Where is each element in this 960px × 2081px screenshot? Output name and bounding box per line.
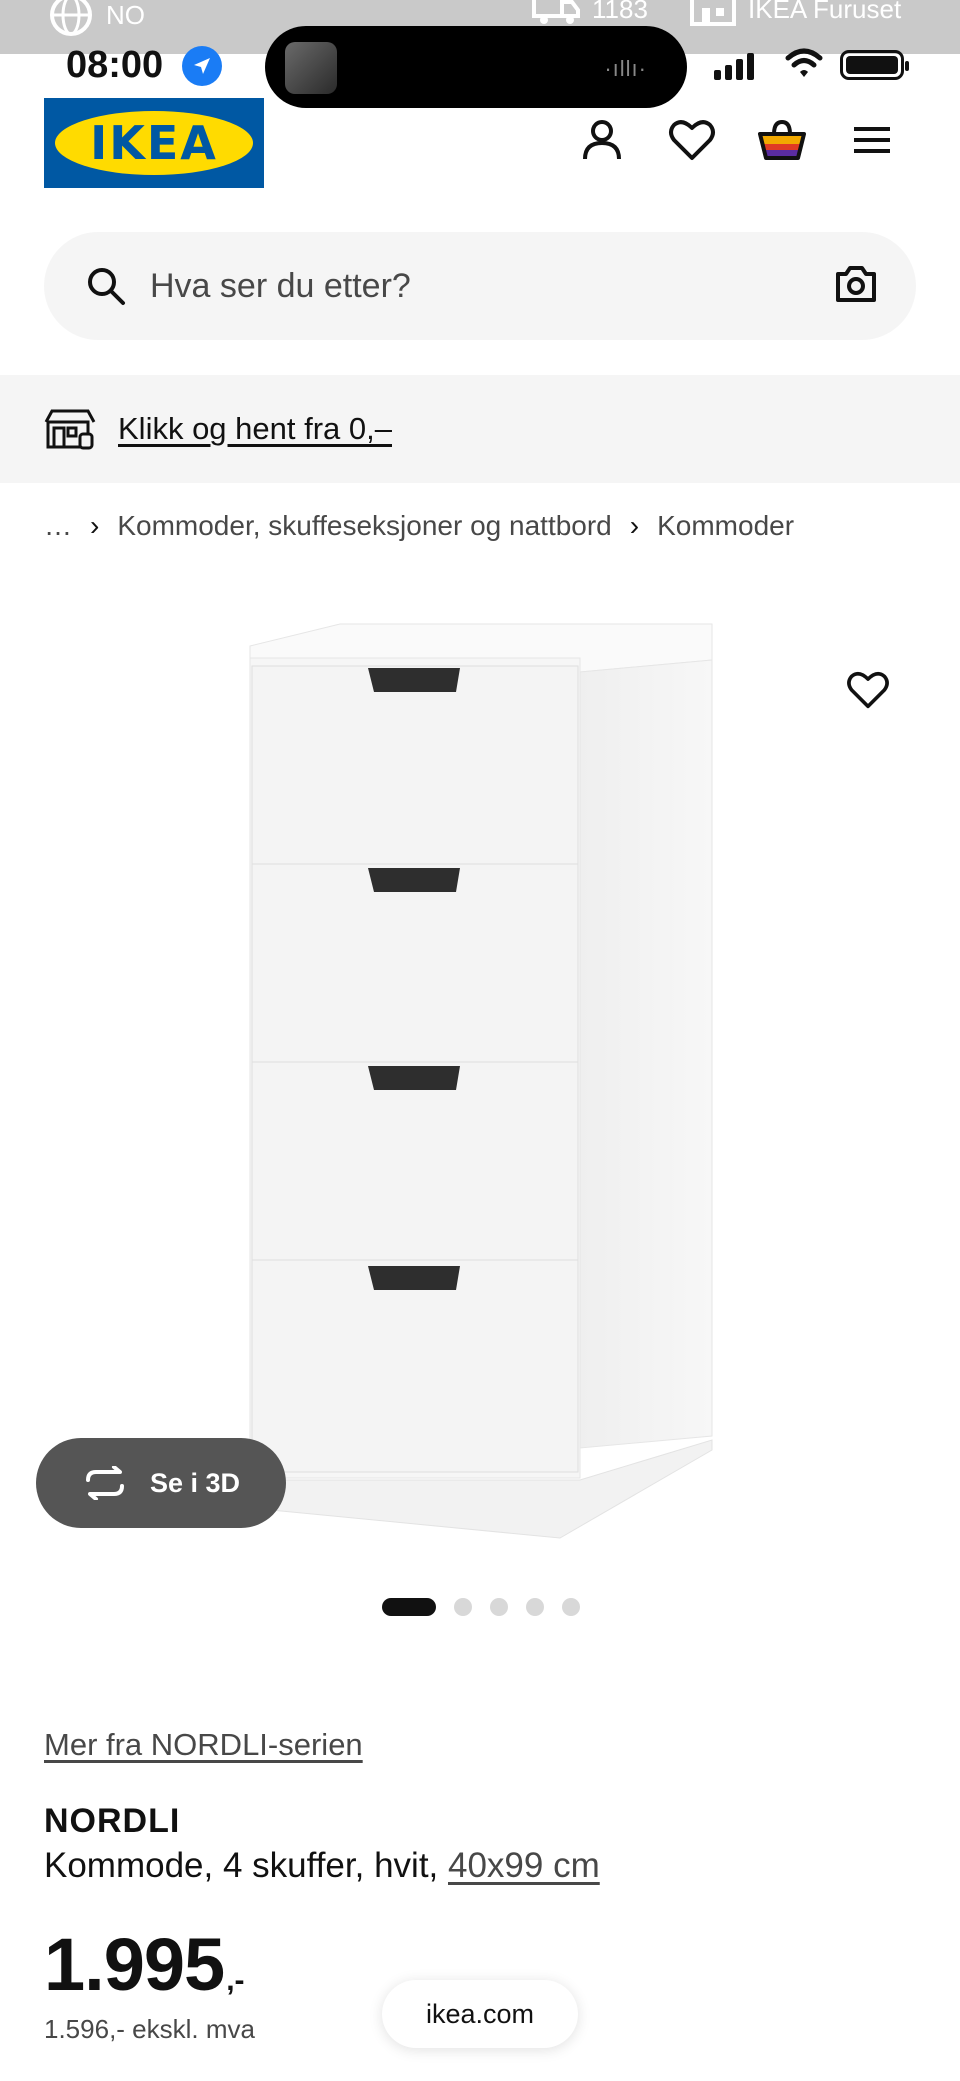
chevron-right-icon: ›: [629, 510, 640, 541]
carousel-dot[interactable]: [562, 1598, 580, 1616]
wifi-icon: [785, 48, 823, 77]
price-suffix: ,-: [226, 1964, 245, 1997]
account-icon: [583, 120, 621, 160]
location-arrow-icon: [182, 46, 222, 86]
battery-icon: [840, 50, 909, 80]
cart-button[interactable]: [754, 112, 810, 168]
store-pickup-icon: [44, 409, 96, 450]
menu-button[interactable]: [844, 112, 900, 168]
size-link[interactable]: 40x99 cm: [448, 1846, 600, 1885]
click-collect-link[interactable]: Klikk og hent fra 0,–: [118, 411, 392, 447]
carousel-dot-active[interactable]: [382, 1598, 436, 1616]
search-bar[interactable]: [44, 232, 916, 340]
delivery-code: 1183: [592, 0, 648, 24]
heart-icon: [669, 120, 715, 160]
product-description: Kommode, 4 skuffer, hvit, 40x99 cm: [44, 1846, 600, 1886]
product-description-text: Kommode, 4 skuffer, hvit,: [44, 1846, 448, 1885]
price-excl-vat: 1.596,- ekskl. mva: [44, 2014, 255, 2044]
carousel-dot[interactable]: [454, 1598, 472, 1616]
language-selector[interactable]: NO: [48, 0, 145, 38]
wishlist-button[interactable]: [664, 112, 720, 168]
search-input[interactable]: [150, 266, 790, 306]
carousel-dot[interactable]: [490, 1598, 508, 1616]
heart-icon: [847, 671, 889, 709]
ikea-logo[interactable]: IKEA: [44, 98, 264, 188]
add-to-wishlist-button[interactable]: [846, 670, 890, 715]
carousel-dot[interactable]: [526, 1598, 544, 1616]
store-selector[interactable]: IKEA Furuset: [690, 0, 901, 26]
store-name: IKEA Furuset: [748, 0, 902, 24]
globe-icon: [50, 0, 92, 36]
logo-text: IKEA: [90, 116, 218, 170]
carousel-indicator[interactable]: [382, 1598, 580, 1616]
now-playing-artwork: [285, 42, 337, 94]
truck-icon: [532, 0, 580, 24]
rotate-3d-icon: [85, 1466, 124, 1500]
series-link[interactable]: Mer fra NORDLI-serien: [44, 1727, 363, 1763]
breadcrumb-ellipsis[interactable]: …: [44, 510, 72, 542]
cellular-signal-icon: [714, 50, 754, 80]
view-in-3d-label: Se i 3D: [149, 1467, 241, 1498]
account-button[interactable]: [574, 112, 630, 168]
breadcrumb: … › Kommoder, skuffeseksjoner og nattbor…: [44, 510, 794, 542]
camera-icon[interactable]: [834, 262, 878, 306]
product-name: NORDLI: [44, 1802, 181, 1840]
breadcrumb-item-dressers[interactable]: Kommoder: [657, 510, 794, 542]
audio-waveform-icon: ·ıllı·: [604, 56, 647, 81]
search-icon: [88, 268, 125, 305]
browser-url-pill[interactable]: ikea.com: [382, 1980, 578, 2048]
clock: 08:00: [66, 44, 164, 86]
product-price: 1.995,-: [44, 1922, 245, 2007]
delivery-info[interactable]: 1183: [532, 0, 648, 26]
click-collect-banner: Klikk og hent fra 0,–: [0, 375, 960, 483]
chevron-right-icon: ›: [90, 510, 100, 541]
menu-icon: [854, 127, 890, 153]
product-image[interactable]: [240, 618, 720, 1548]
view-in-3d-button[interactable]: Se i 3D: [36, 1438, 286, 1528]
store-icon: [690, 0, 736, 26]
breadcrumb-item-dressers-drawers[interactable]: Kommoder, skuffeseksjoner og nattbord: [117, 510, 611, 542]
dynamic-island[interactable]: ·ıllı·: [265, 26, 687, 108]
language-label: NO: [106, 0, 145, 30]
price-main: 1.995: [44, 1923, 225, 2006]
shopping-bag-icon: [758, 119, 806, 160]
